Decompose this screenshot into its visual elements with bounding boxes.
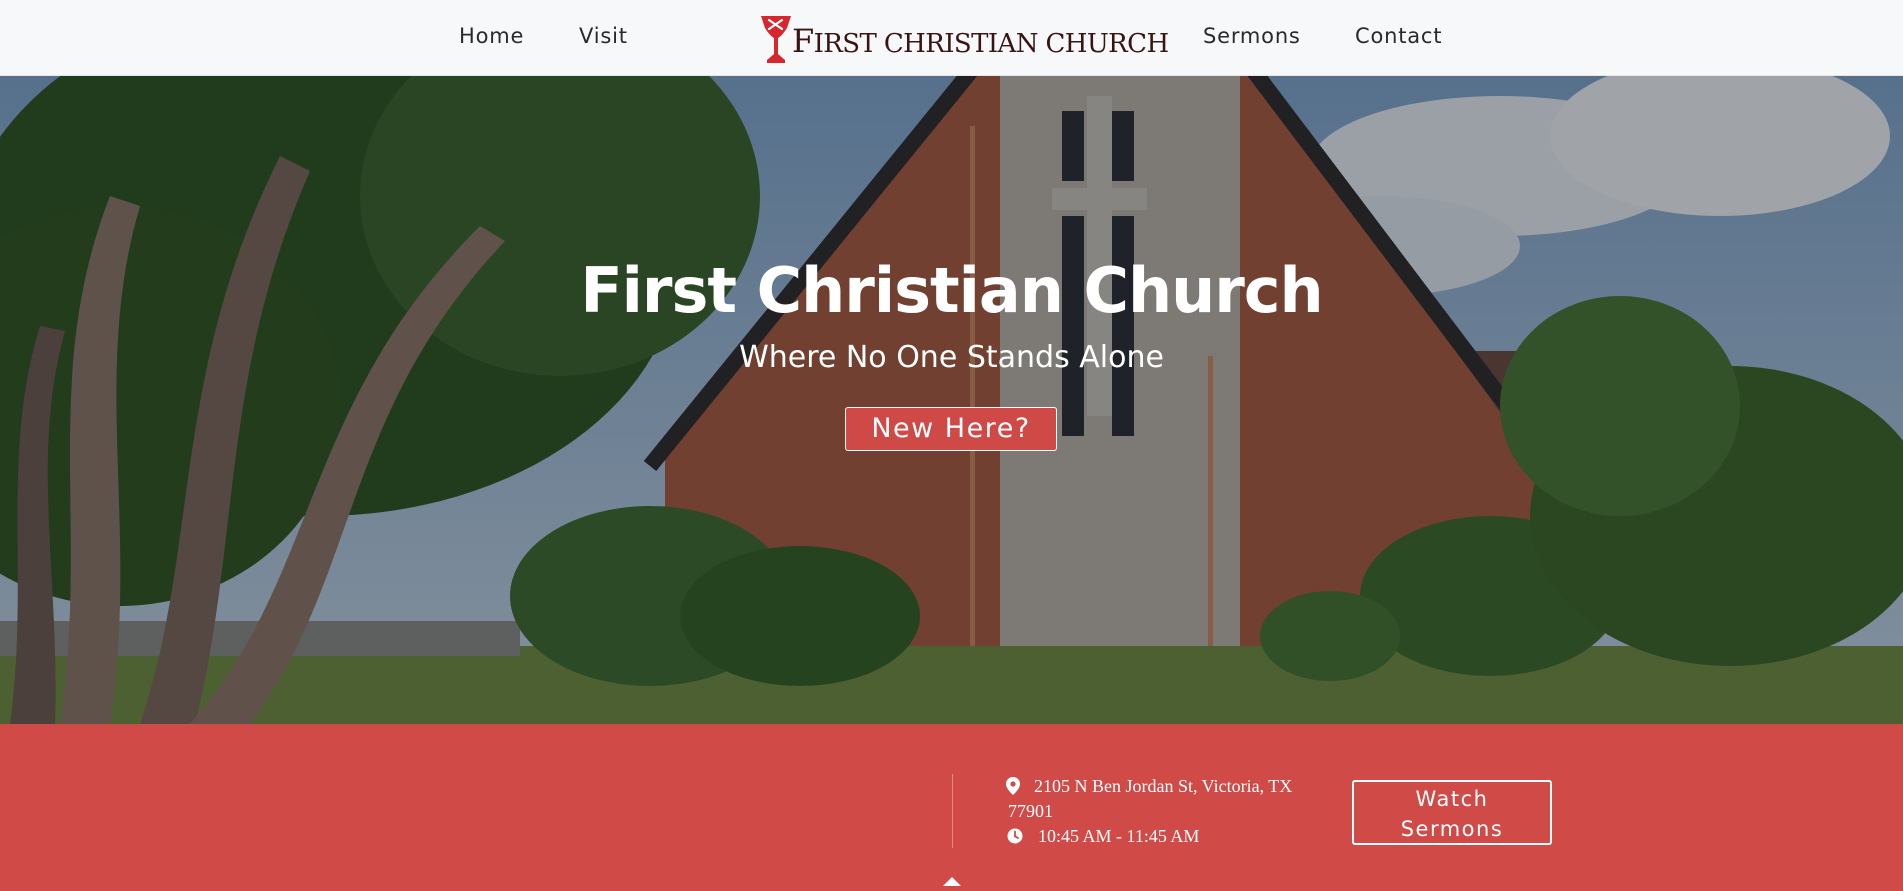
nav-link-contact[interactable]: Contact (1355, 24, 1442, 48)
address-line-1: 2105 N Ben Jordan St, Victoria, TX (1034, 776, 1293, 796)
clock-icon (1007, 828, 1023, 844)
service-hours: 10:45 AM - 11:45 AM (1038, 826, 1200, 846)
hero-title: First Christian Church (580, 254, 1323, 327)
chalice-cross-icon (761, 16, 791, 63)
watch-sermons-line-1: Watch (1415, 787, 1489, 811)
hero-dark-overlay (0, 76, 1903, 724)
hero-subtitle: Where No One Stands Alone (739, 340, 1164, 375)
church-logo[interactable]: FIRST CHRISTIAN CHURCH (758, 12, 1169, 66)
nav-link-sermons[interactable]: Sermons (1203, 24, 1301, 48)
map-pin-icon (1006, 777, 1020, 795)
address-line-2: 77901 (1008, 801, 1053, 821)
hero-banner: First Christian Church Where No One Stan… (0, 76, 1903, 724)
nav-link-home[interactable]: Home (459, 24, 524, 48)
scroll-down-caret[interactable] (943, 877, 961, 886)
logo-wordmark: FIRST CHRISTIAN CHURCH (792, 22, 1169, 60)
watch-sermons-line-2: Sermons (1400, 817, 1504, 841)
info-strip: 2105 N Ben Jordan St, Victoria, TX 77901… (0, 724, 1903, 891)
info-divider (952, 774, 953, 848)
new-here-button[interactable]: New Here? (845, 407, 1057, 451)
nav-link-visit[interactable]: Visit (579, 24, 628, 48)
top-navigation: Home Visit FIRST CHRISTIAN CHURCH Sermon… (0, 0, 1903, 76)
watch-sermons-button[interactable]: Watch Sermons (1352, 780, 1552, 845)
